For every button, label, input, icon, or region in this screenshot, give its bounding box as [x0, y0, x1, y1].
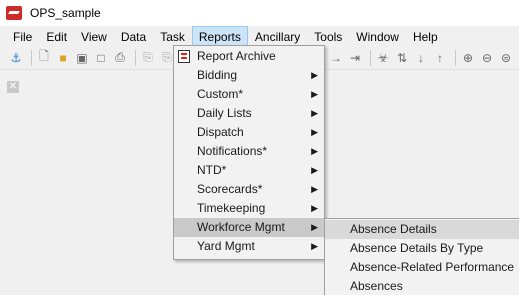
- submenu-arrow-icon: ▶: [311, 184, 318, 194]
- report-archive-icon: [178, 50, 190, 63]
- sort-asc-icon[interactable]: ↓: [413, 50, 429, 66]
- submenu-arrow-icon: ▶: [311, 70, 318, 80]
- reports-item-label: Workforce Mgmt: [197, 220, 285, 234]
- submenu-item-absences[interactable]: Absences: [325, 277, 519, 295]
- open-folder-icon[interactable]: ■: [55, 50, 71, 66]
- reports-item-daily-lists[interactable]: Daily Lists ▶: [174, 104, 324, 123]
- reports-item-report-archive[interactable]: Report Archive: [174, 47, 324, 66]
- toolbar-separator: [370, 49, 371, 66]
- reports-item-label: Scorecards*: [197, 182, 263, 196]
- reports-item-label: Custom*: [197, 87, 244, 101]
- sort-desc-icon[interactable]: ↑: [432, 50, 448, 66]
- reports-item-workforce-mgmt[interactable]: Workforce Mgmt ▶: [174, 218, 324, 237]
- reports-item-yard-mgmt[interactable]: Yard Mgmt ▶: [174, 237, 324, 256]
- reports-item-timekeeping[interactable]: Timekeeping ▶: [174, 199, 324, 218]
- reports-item-label: Dispatch: [197, 125, 244, 139]
- reports-item-notifications[interactable]: Notifications* ▶: [174, 142, 324, 161]
- menu-bar: File Edit View Data Task Reports Ancilla…: [0, 26, 519, 46]
- submenu-arrow-icon: ▶: [311, 222, 318, 232]
- submenu-arrow-icon: ▶: [311, 127, 318, 137]
- reports-item-label: Notifications*: [197, 144, 268, 158]
- zoom-out-icon[interactable]: ⊖: [479, 50, 495, 66]
- zoom-in-icon[interactable]: ⊕: [460, 50, 476, 66]
- pin-icon[interactable]: ⚓: [8, 50, 24, 66]
- submenu-arrow-icon: ▶: [311, 146, 318, 156]
- menu-ancillary[interactable]: Ancillary: [248, 26, 307, 46]
- copy-icon[interactable]: ⎘: [140, 50, 156, 66]
- submenu-item-absence-details[interactable]: Absence Details: [325, 220, 519, 239]
- toolbar-separator: [455, 49, 456, 66]
- submenu-arrow-icon: ▶: [311, 165, 318, 175]
- menu-edit[interactable]: Edit: [39, 26, 74, 46]
- arrow-end-icon[interactable]: ⇥: [347, 50, 363, 66]
- menu-window[interactable]: Window: [349, 26, 406, 46]
- reports-item-label: Timekeeping: [197, 201, 266, 215]
- filter-icon[interactable]: ☣: [375, 50, 391, 66]
- menu-view[interactable]: View: [74, 26, 114, 46]
- print-icon[interactable]: ⎙: [112, 50, 128, 66]
- reports-item-custom[interactable]: Custom* ▶: [174, 85, 324, 104]
- menu-help[interactable]: Help: [406, 26, 445, 46]
- submenu-arrow-icon: ▶: [311, 89, 318, 99]
- reports-item-label: Daily Lists: [197, 106, 252, 120]
- menu-data[interactable]: Data: [114, 26, 153, 46]
- menu-tools[interactable]: Tools: [307, 26, 349, 46]
- reports-dropdown: Report Archive Bidding ▶ Custom* ▶ Daily…: [173, 45, 325, 260]
- arrow-right-icon[interactable]: →: [328, 50, 344, 66]
- submenu-arrow-icon: ▶: [311, 203, 318, 213]
- reports-item-dispatch[interactable]: Dispatch ▶: [174, 123, 324, 142]
- toolbar-separator: [31, 49, 32, 66]
- close-icon[interactable]: ✕: [7, 81, 19, 93]
- menu-file[interactable]: File: [6, 26, 39, 46]
- toolbar-separator: [135, 49, 136, 66]
- menu-reports[interactable]: Reports: [191, 26, 248, 46]
- reports-item-label: Report Archive: [197, 49, 276, 63]
- reports-item-bidding[interactable]: Bidding ▶: [174, 66, 324, 85]
- workforce-submenu: Absence Details Absence Details By Type …: [324, 218, 519, 295]
- submenu-item-absence-related-performance[interactable]: Absence-Related Performance: [325, 258, 519, 277]
- app-logo-icon: [6, 6, 22, 20]
- submenu-arrow-icon: ▶: [311, 241, 318, 251]
- title-bar: OPS_sample: [0, 0, 519, 26]
- window-title: OPS_sample: [30, 6, 101, 20]
- submenu-arrow-icon: ▶: [311, 108, 318, 118]
- reports-item-ntd[interactable]: NTD* ▶: [174, 161, 324, 180]
- save-icon[interactable]: ▣: [74, 50, 90, 66]
- reports-item-label: Bidding: [197, 68, 238, 82]
- reports-item-scorecards[interactable]: Scorecards* ▶: [174, 180, 324, 199]
- menu-task[interactable]: Task: [153, 26, 192, 46]
- sort-icon[interactable]: ⇅: [394, 50, 410, 66]
- reports-item-label: Yard Mgmt: [197, 239, 255, 253]
- new-file-icon[interactable]: 🗋: [36, 49, 52, 66]
- print-preview-icon[interactable]: □: [93, 50, 109, 66]
- submenu-item-absence-details-by-type[interactable]: Absence Details By Type: [325, 239, 519, 258]
- reports-item-label: NTD*: [197, 163, 227, 177]
- zoom-fit-icon[interactable]: ⊜: [498, 50, 514, 66]
